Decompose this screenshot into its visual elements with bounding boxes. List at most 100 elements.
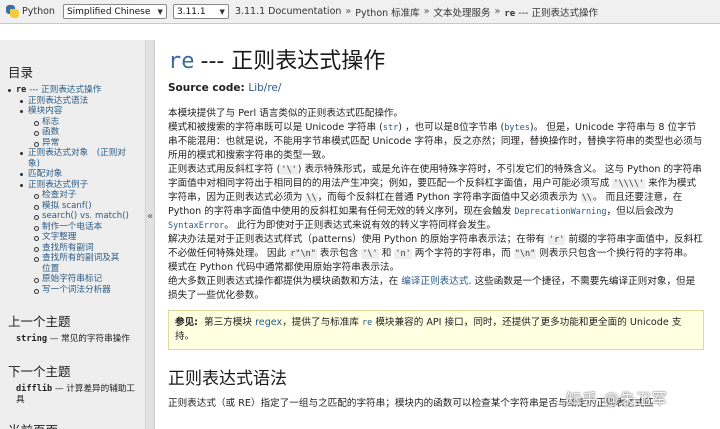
prev-topic-module: string [16,334,48,344]
source-code-line: Source code: Lib/re/ [168,82,708,94]
toc-item[interactable]: 正则表达式对象 (正则对 [0,148,145,159]
toc-item-module: re [16,85,27,95]
language-value: Simplified Chinese [66,6,151,17]
toc-item-label: 正则表达式语法 [28,95,89,106]
text: 第三方模块 [204,317,256,328]
inline-code: '\' [361,249,379,259]
toc-item[interactable]: 模拟 scanf() [0,201,145,212]
str-link[interactable]: str [383,123,398,133]
page-title-module: re [168,49,195,74]
sidebar-collapse-button[interactable]: « [146,40,155,429]
next-topic-text: — 计算差异的辅助工 [52,384,136,394]
prev-topic-heading: 上一个主题 [8,314,71,329]
text: 解决办法是对于正则表达式样式（patterns）使用 Python 的原始字符串… [168,234,549,245]
paragraph-raw-string: 解决办法是对于正则表达式样式（patterns）使用 Python 的原始字符串… [168,233,704,275]
toc-item[interactable]: 模块内容 [0,106,145,117]
toc-item[interactable]: 查找所有的副词及其 [0,253,145,264]
toc-item-label: --- 正则表达式操作 [26,85,102,95]
paragraph-module-functions: 绝大多数正则表达式操作都提供为模块函数和方法，在 编译正则表达式. 这些函数是一… [168,275,704,303]
inline-code: '\\\\' [612,179,646,189]
chevron-down-icon: ▼ [219,7,225,16]
toc-item[interactable]: 查找所有副词 [0,243,145,254]
next-topic-module: difflib [16,384,53,394]
next-topic-heading: 下一个主题 [8,364,71,379]
breadcrumb-current-module: re [504,8,516,19]
toc-item-label: 异常 [42,137,60,148]
inline-code: 'n' [394,249,412,259]
toc-item-label: 查找所有副词 [42,242,94,253]
toc-item[interactable]: 原始字符串标记 [0,274,145,285]
sidebar: 目录 re --- 正则表达式操作 正则表达式语法 模块内容 标志 函数 异常 正则表达式对… [0,40,146,429]
text: ) ，也可以是8位字节串 ( [398,122,505,133]
text: ，而每个反斜杠在普通 Python 字符串字面值中又必须表示为 [317,192,581,203]
zhihu-watermark: 知乎 @朱卫军 [566,390,668,408]
text: 和 [378,248,395,259]
top-nav-bar: Python Simplified Chinese ▼ 3.11.1 ▼ 3.1… [0,0,720,24]
text: 两个字符的字符串，而 [411,248,514,259]
python-home-link[interactable]: Python [6,5,63,18]
breadcrumb-separator: » [423,6,430,17]
toc-item-label: 正则表达式例子 [28,179,89,190]
toc-item[interactable]: 写一个词法分析器 [0,285,145,296]
page-title-text: --- 正则表达式操作 [200,49,386,74]
breadcrumb-text-processing[interactable]: 文本处理服务 [434,5,491,19]
paragraph-backslash: 正则表达式用反斜杠字符 ('\') 表示特殊形式，或是允许在使用特殊字符时，不引… [168,163,704,233]
breadcrumb-stdlib[interactable]: Python 标准库 [355,5,419,19]
toc-item[interactable]: 异常 [0,138,145,149]
inline-code: r"\n" [289,249,317,259]
paragraph-str-bytes: 模式和被搜索的字符串既可以是 Unicode 字符串 (str) ，也可以是8位… [168,121,704,163]
collapse-chevron-icon: « [147,211,154,222]
toc-item[interactable]: 匹配对象 [0,169,145,180]
toc-item[interactable]: 标志 [0,117,145,128]
inline-code: '\' [280,165,298,175]
this-page-heading: 当前页面 [8,420,145,429]
source-code-link[interactable]: Lib/re/ [248,82,281,94]
toc-item: 象) [0,159,145,170]
toc-item[interactable]: 正则表达式例子 [0,180,145,191]
main-content: re --- 正则表达式操作 Source code: Lib/re/ 本模块提… [168,40,708,409]
toc-item[interactable]: 正则表达式语法 [0,96,145,107]
prev-topic-link[interactable]: string — 常见的字符串操作 [16,334,145,345]
text: 绝大多数正则表达式操作都提供为模块函数和方法，在 [168,276,402,287]
toc-item-label: 原始字符串标记 [42,274,103,284]
breadcrumb-current-title: --- 正则表达式操作 [518,7,599,19]
toc-heading: 目录 [8,65,34,80]
language-select[interactable]: Simplified Chinese ▼ [62,4,167,19]
see-also-label: 参见: [175,317,199,328]
toc-item[interactable]: 制作一个电话本 [0,222,145,233]
toc-item[interactable]: re --- 正则表达式操作 [0,85,145,96]
toc-item-label: 函数 [42,127,60,137]
inline-code: \\ [305,193,318,203]
bytes-link[interactable]: bytes [504,123,530,133]
next-topic-link[interactable]: difflib — 计算差异的辅助工具 [16,384,145,406]
toc-item[interactable]: 检查对子 [0,190,145,201]
deprecation-warning-link[interactable]: DeprecationWarning [514,207,606,217]
toc-item: 位置 [0,264,145,275]
toc-item-label: 标志 [42,116,60,127]
toc-item-label: 写一个词法分析器 [42,284,111,295]
toc-item[interactable]: 文字整理 [0,232,145,243]
re-module-link[interactable]: re [362,318,372,328]
toc-item-label: 正则表达式对象 (正则对 [28,148,126,158]
toc-item[interactable]: search() vs. match() [0,211,145,222]
text: 模式和被搜索的字符串既可以是 Unicode 字符串 ( [168,122,383,133]
toc-item-label: search() vs. match() [42,211,129,221]
breadcrumb-docs[interactable]: 3.11.1 Documentation [235,6,341,17]
compile-regex-link[interactable]: 编译正则表达式 [401,276,468,287]
version-select[interactable]: 3.11.1 ▼ [172,4,229,19]
text: 表示包含 [316,248,362,259]
toc-item-label: 象) [28,158,40,169]
version-value: 3.11.1 [176,6,206,17]
toc-item-label: 位置 [42,263,60,274]
text: ，但以后会改为 [606,206,674,217]
see-also-box: 参见: 第三方模块 regex，提供了与标准库 re 模块兼容的 API 接口，同… [168,310,704,350]
regex-module-link[interactable]: regex [255,317,282,328]
inline-code: \\ [580,193,593,203]
toc-item[interactable]: 函数 [0,127,145,138]
inline-code: 'r' [548,235,566,245]
toc-item-label: 模拟 scanf() [42,200,92,211]
syntax-error-link[interactable]: SyntaxError [168,221,224,231]
page-title: re --- 正则表达式操作 [168,43,708,75]
next-topic-text-cont: 具 [16,395,25,405]
breadcrumb: 3.11.1 Documentation » Python 标准库 » 文本处理… [235,5,598,19]
